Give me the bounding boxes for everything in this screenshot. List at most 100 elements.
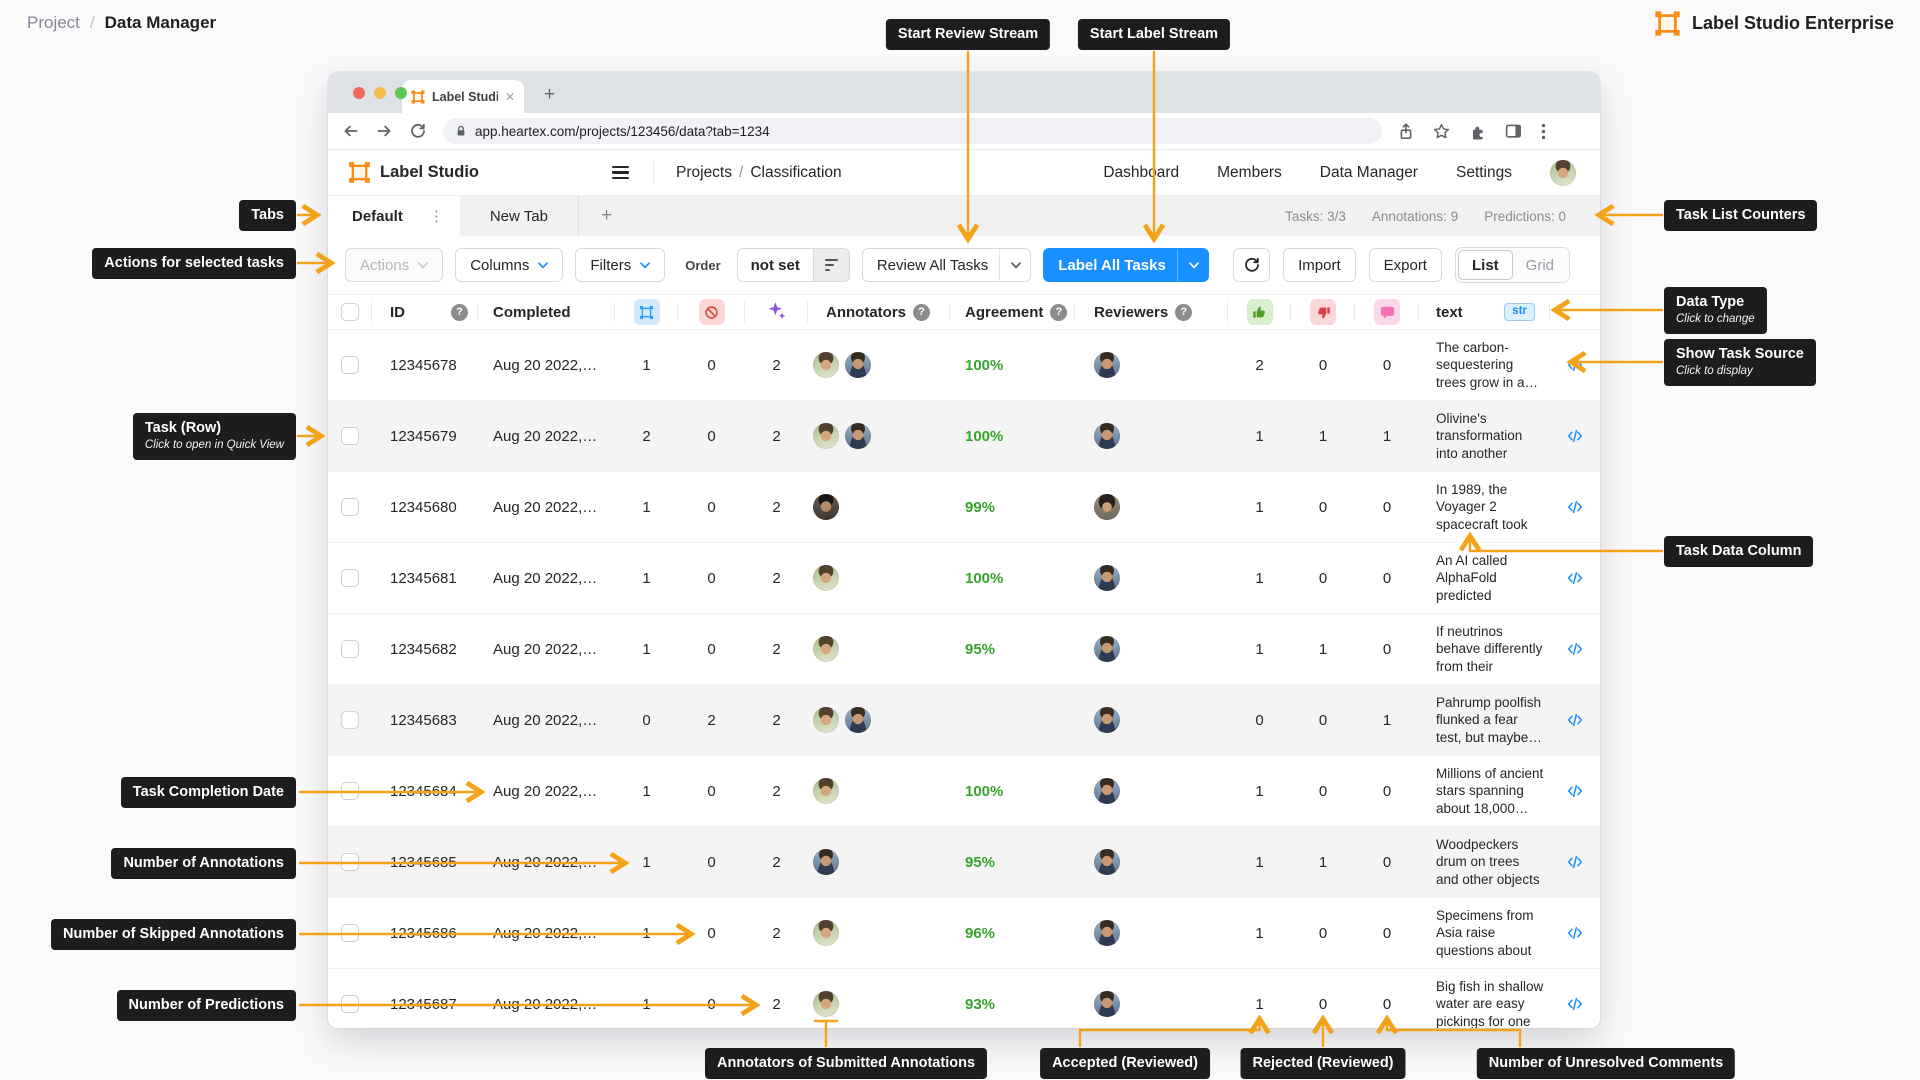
window-controls[interactable] xyxy=(353,87,407,99)
table-row[interactable]: 12345686 Aug 20 2022,… 1 0 2 96% 1 0 0 S… xyxy=(328,898,1600,969)
annotator-avatar[interactable] xyxy=(845,423,871,449)
address-bar[interactable]: app.heartex.com/projects/123456/data?tab… xyxy=(443,118,1382,144)
table-row[interactable]: 12345687 Aug 20 2022,… 1 0 2 93% 1 0 0 B… xyxy=(328,969,1600,1028)
col-reviewers-label[interactable]: Reviewers xyxy=(1094,304,1168,321)
row-checkbox[interactable] xyxy=(341,853,359,871)
project-breadcrumb-root[interactable]: Projects xyxy=(676,164,732,181)
order-control[interactable]: not set xyxy=(737,248,850,282)
row-checkbox[interactable] xyxy=(341,711,359,729)
chevron-down-icon[interactable] xyxy=(1189,262,1199,269)
show-source-button[interactable] xyxy=(1550,614,1600,684)
annotator-avatar[interactable] xyxy=(845,352,871,378)
col-id-label[interactable]: ID xyxy=(390,304,405,321)
annotator-avatar[interactable] xyxy=(813,920,839,946)
annotator-avatar[interactable] xyxy=(813,352,839,378)
order-value[interactable]: not set xyxy=(738,249,813,281)
annotator-avatar[interactable] xyxy=(845,707,871,733)
reviewer-avatar[interactable] xyxy=(1094,423,1120,449)
col-comments-icon[interactable] xyxy=(1374,299,1400,325)
row-checkbox[interactable] xyxy=(341,498,359,516)
refresh-button[interactable] xyxy=(1233,248,1270,282)
table-row[interactable]: 12345682 Aug 20 2022,… 1 0 2 95% 1 1 0 I… xyxy=(328,614,1600,685)
browser-menu-kebab-icon[interactable] xyxy=(1541,123,1546,140)
minimize-window-button[interactable] xyxy=(374,87,386,99)
reviewer-avatar[interactable] xyxy=(1094,707,1120,733)
table-row[interactable]: 12345679 Aug 20 2022,… 2 0 2 100% 1 1 1 … xyxy=(328,401,1600,472)
tab-close-icon[interactable]: ✕ xyxy=(505,90,515,104)
show-source-button[interactable] xyxy=(1550,543,1600,613)
import-button[interactable]: Import xyxy=(1283,248,1356,282)
row-checkbox[interactable] xyxy=(341,569,359,587)
show-source-button[interactable] xyxy=(1550,330,1600,400)
share-icon[interactable] xyxy=(1398,123,1414,140)
annotator-avatar[interactable] xyxy=(813,991,839,1017)
browser-tab[interactable]: Label Studio ✕ xyxy=(402,80,524,113)
annotator-avatar[interactable] xyxy=(813,778,839,804)
add-tab-button[interactable]: + xyxy=(579,196,634,236)
reviewers-help-icon[interactable]: ? xyxy=(1175,304,1192,321)
filters-button[interactable]: Filters xyxy=(575,248,665,282)
col-agreement-label[interactable]: Agreement xyxy=(965,304,1043,321)
new-tab-button[interactable]: + xyxy=(544,80,555,113)
columns-button[interactable]: Columns xyxy=(455,248,563,282)
annotator-avatar[interactable] xyxy=(813,636,839,662)
sort-direction-button[interactable] xyxy=(813,249,849,281)
annotators-help-icon[interactable]: ? xyxy=(913,304,930,321)
col-skipped-icon[interactable] xyxy=(699,299,725,325)
table-row[interactable]: 12345678 Aug 20 2022,… 1 0 2 100% 2 0 0 … xyxy=(328,330,1600,401)
annotator-avatar[interactable] xyxy=(813,423,839,449)
chevron-down-icon[interactable] xyxy=(1011,262,1021,269)
extensions-puzzle-icon[interactable] xyxy=(1469,123,1486,140)
col-annotated-icon[interactable] xyxy=(634,299,660,325)
dm-tab-new[interactable]: New Tab xyxy=(460,196,579,236)
table-row[interactable]: 12345680 Aug 20 2022,… 1 0 2 99% 1 0 0 I… xyxy=(328,472,1600,543)
label-all-tasks-button[interactable]: Label All Tasks xyxy=(1043,248,1209,282)
show-source-button[interactable] xyxy=(1550,685,1600,755)
data-type-badge[interactable]: str xyxy=(1504,303,1535,322)
reviewer-avatar[interactable] xyxy=(1094,565,1120,591)
nav-data-manager[interactable]: Data Manager xyxy=(1320,164,1418,182)
reviewer-avatar[interactable] xyxy=(1094,778,1120,804)
col-text-label[interactable]: text xyxy=(1436,304,1463,321)
col-rejected-icon[interactable] xyxy=(1310,299,1336,325)
app-logo[interactable]: Label Studio xyxy=(348,161,479,184)
annotator-avatar[interactable] xyxy=(813,849,839,875)
nav-dashboard[interactable]: Dashboard xyxy=(1103,164,1179,182)
col-predictions-icon[interactable] xyxy=(766,300,787,325)
annotator-avatar[interactable] xyxy=(813,494,839,520)
hamburger-menu-icon[interactable] xyxy=(612,166,629,180)
nav-members[interactable]: Members xyxy=(1217,164,1282,182)
show-source-button[interactable] xyxy=(1550,472,1600,542)
export-button[interactable]: Export xyxy=(1369,248,1442,282)
row-checkbox[interactable] xyxy=(341,995,359,1013)
show-source-button[interactable] xyxy=(1550,756,1600,826)
col-annotators-label[interactable]: Annotators xyxy=(826,304,906,321)
reviewer-avatar[interactable] xyxy=(1094,849,1120,875)
breadcrumb-project[interactable]: Project xyxy=(27,13,80,33)
show-source-button[interactable] xyxy=(1550,401,1600,471)
nav-settings[interactable]: Settings xyxy=(1456,164,1512,182)
show-source-button[interactable] xyxy=(1550,827,1600,897)
forward-icon[interactable] xyxy=(376,123,393,139)
annotator-avatar[interactable] xyxy=(813,707,839,733)
select-all-checkbox[interactable] xyxy=(341,303,359,321)
agreement-help-icon[interactable]: ? xyxy=(1050,304,1067,321)
col-accepted-icon[interactable] xyxy=(1247,299,1273,325)
col-completed-label[interactable]: Completed xyxy=(493,304,571,321)
table-row[interactable]: 12345684 Aug 20 2022,… 1 0 2 100% 1 0 0 … xyxy=(328,756,1600,827)
row-checkbox[interactable] xyxy=(341,356,359,374)
list-view-button[interactable]: List xyxy=(1458,250,1513,280)
review-all-tasks-button[interactable]: Review All Tasks xyxy=(862,248,1031,282)
reviewer-avatar[interactable] xyxy=(1094,636,1120,662)
table-row[interactable]: 12345681 Aug 20 2022,… 1 0 2 100% 1 0 0 … xyxy=(328,543,1600,614)
zoom-window-button[interactable] xyxy=(395,87,407,99)
reload-icon[interactable] xyxy=(410,123,426,139)
row-checkbox[interactable] xyxy=(341,924,359,942)
row-checkbox[interactable] xyxy=(341,427,359,445)
table-row[interactable]: 12345685 Aug 20 2022,… 1 0 2 95% 1 1 0 W… xyxy=(328,827,1600,898)
side-panel-icon[interactable] xyxy=(1505,123,1522,139)
reviewer-avatar[interactable] xyxy=(1094,352,1120,378)
reviewer-avatar[interactable] xyxy=(1094,494,1120,520)
close-window-button[interactable] xyxy=(353,87,365,99)
table-row[interactable]: 12345683 Aug 20 2022,… 0 2 2 0 0 1 Pahru… xyxy=(328,685,1600,756)
